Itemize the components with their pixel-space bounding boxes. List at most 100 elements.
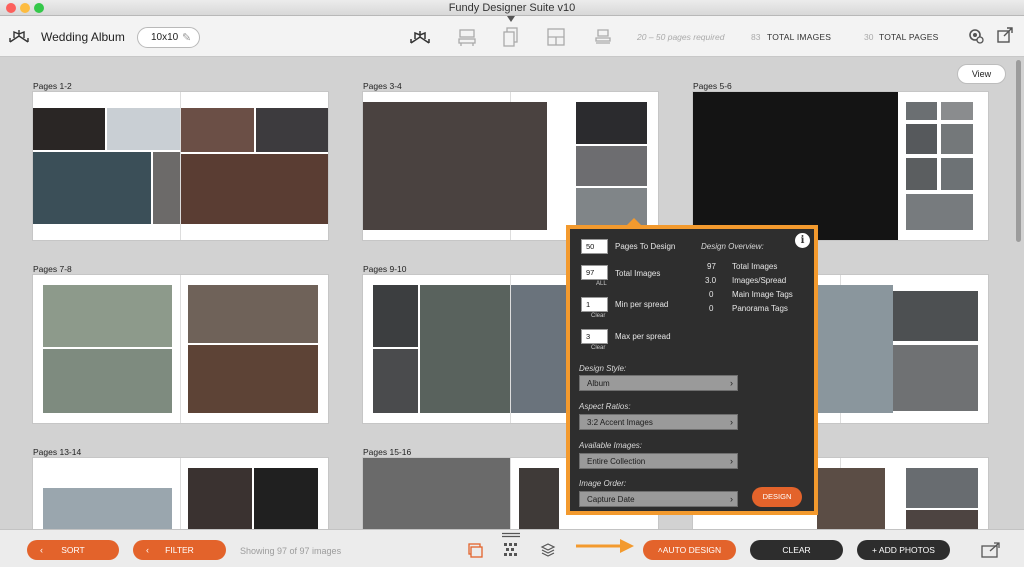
photo-thumbnail[interactable] — [576, 146, 647, 186]
spread-pages-1-2[interactable] — [33, 92, 328, 240]
album-size-selector[interactable]: 10x10 ✎ — [137, 27, 200, 48]
total-images-label: TOTAL IMAGES — [767, 32, 832, 42]
min-per-spread-input[interactable]: 1 — [581, 297, 608, 312]
cards-mode-icon[interactable] — [500, 26, 522, 48]
photo-thumbnail[interactable] — [420, 285, 510, 413]
grid-view-icon[interactable] — [502, 541, 520, 559]
spread-gutter — [180, 458, 181, 530]
chevron-right-icon: › — [730, 378, 733, 388]
photo-thumbnail[interactable] — [153, 152, 180, 224]
total-images-input[interactable]: 97 — [581, 265, 608, 280]
photo-thumbnail[interactable] — [181, 154, 328, 224]
panel-pointer — [627, 218, 641, 225]
photo-thumbnail[interactable] — [363, 102, 547, 230]
auto-design-button[interactable]: ˄AUTO DESIGN — [643, 540, 736, 560]
arrow-pointer-icon — [576, 539, 634, 553]
spread-pages-3-4[interactable] — [363, 92, 658, 240]
pages-to-design-input[interactable]: 50 — [581, 239, 608, 254]
overview-label: Main Image Tags — [732, 290, 793, 299]
photo-thumbnail[interactable] — [906, 468, 978, 508]
photo-thumbnail[interactable] — [906, 124, 937, 154]
spread-pages-13-14[interactable] — [33, 458, 328, 530]
overview-value: 97 — [707, 262, 716, 271]
spread-label: Pages 9-10 — [363, 264, 407, 274]
photo-thumbnail[interactable] — [363, 458, 510, 530]
max-per-spread-input[interactable]: 3 — [581, 329, 608, 344]
sort-label: SORT — [61, 545, 85, 555]
photo-thumbnail[interactable] — [519, 468, 559, 530]
photo-thumbnail[interactable] — [511, 285, 566, 413]
photo-thumbnail[interactable] — [188, 345, 318, 413]
total-images-label: Total Images — [615, 269, 661, 278]
showing-count: Showing 97 of 97 images — [240, 546, 342, 556]
photo-thumbnail[interactable] — [906, 510, 978, 530]
design-style-select[interactable]: Album › — [579, 375, 738, 391]
spread-pages-7-8[interactable] — [33, 275, 328, 423]
photo-thumbnail[interactable] — [107, 108, 180, 150]
photo-thumbnail[interactable] — [941, 124, 973, 154]
add-photos-button[interactable]: + ADD PHOTOS — [857, 540, 950, 560]
min-per-spread-label: Min per spread — [615, 300, 669, 309]
chevron-left-icon: ‹ — [146, 545, 149, 555]
chevron-right-icon: › — [730, 417, 733, 427]
photo-thumbnail[interactable] — [256, 108, 328, 152]
photo-thumbnail[interactable] — [33, 108, 105, 150]
chevron-right-icon: › — [730, 456, 733, 466]
photo-thumbnail[interactable] — [254, 468, 318, 530]
external-link-icon[interactable] — [996, 27, 1014, 45]
spread-pages-5-6[interactable] — [693, 92, 988, 240]
sort-button[interactable]: ‹ SORT — [27, 540, 119, 560]
export-icon[interactable] — [980, 541, 1002, 559]
overview-value: 0 — [709, 290, 714, 299]
clear-button[interactable]: CLEAR — [750, 540, 843, 560]
photo-thumbnail[interactable] — [693, 92, 898, 240]
photo-thumbnail[interactable] — [941, 158, 973, 190]
image-order-label: Image Order: — [579, 479, 627, 488]
photo-thumbnail[interactable] — [906, 102, 937, 120]
available-images-select[interactable]: Entire Collection › — [579, 453, 738, 469]
photo-thumbnail[interactable] — [941, 102, 973, 120]
design-button[interactable]: DESIGN — [752, 487, 802, 507]
info-icon[interactable]: i — [795, 233, 810, 248]
photo-thumbnail[interactable] — [893, 345, 978, 411]
total-pages-label: TOTAL PAGES — [879, 32, 939, 42]
max-clear-link[interactable]: Clear — [591, 345, 605, 351]
top-toolbar: Wedding Album 10x10 ✎ 20 – 50 pages requ… — [0, 16, 1024, 57]
photo-thumbnail[interactable] — [906, 194, 973, 230]
photo-thumbnail[interactable] — [188, 468, 252, 530]
photo-thumbnail[interactable] — [181, 108, 254, 152]
min-clear-link[interactable]: Clear — [591, 313, 605, 319]
album-title[interactable]: Wedding Album — [41, 30, 125, 44]
photo-thumbnail[interactable] — [373, 285, 418, 347]
photo-thumbnail[interactable] — [43, 349, 172, 413]
filter-button[interactable]: ‹ FILTER — [133, 540, 226, 560]
album-mode-icon[interactable] — [409, 26, 431, 48]
photo-thumbnail[interactable] — [817, 468, 885, 530]
panel-drag-handle[interactable] — [501, 532, 521, 538]
total-images-count: 83 — [751, 32, 761, 42]
proof-mode-icon[interactable] — [592, 26, 614, 48]
layout-mode-icon[interactable] — [545, 26, 567, 48]
spreads-view-icon[interactable] — [466, 541, 484, 559]
photo-thumbnail[interactable] — [811, 285, 893, 413]
photo-thumbnail[interactable] — [33, 152, 151, 224]
spread-label: Pages 7-8 — [33, 264, 72, 274]
vertical-scrollbar[interactable] — [1016, 60, 1021, 242]
photo-thumbnail[interactable] — [373, 349, 418, 413]
overview-label: Total Images — [732, 262, 778, 271]
view-button[interactable]: View — [957, 64, 1006, 84]
all-images-link[interactable]: ALL — [596, 281, 607, 287]
layers-icon[interactable] — [539, 541, 557, 559]
album-icon[interactable] — [8, 26, 30, 46]
photo-thumbnail[interactable] — [188, 285, 318, 343]
image-order-select[interactable]: Capture Date › — [579, 491, 738, 507]
photo-thumbnail[interactable] — [43, 285, 172, 347]
photo-thumbnail[interactable] — [906, 158, 937, 190]
settings-gear-icon[interactable] — [967, 27, 985, 45]
filter-label: FILTER — [165, 545, 194, 555]
wall-art-mode-icon[interactable] — [456, 26, 478, 48]
photo-thumbnail[interactable] — [893, 291, 978, 341]
photo-thumbnail[interactable] — [43, 488, 172, 530]
photo-thumbnail[interactable] — [576, 102, 647, 144]
aspect-ratios-select[interactable]: 3:2 Accent Images › — [579, 414, 738, 430]
